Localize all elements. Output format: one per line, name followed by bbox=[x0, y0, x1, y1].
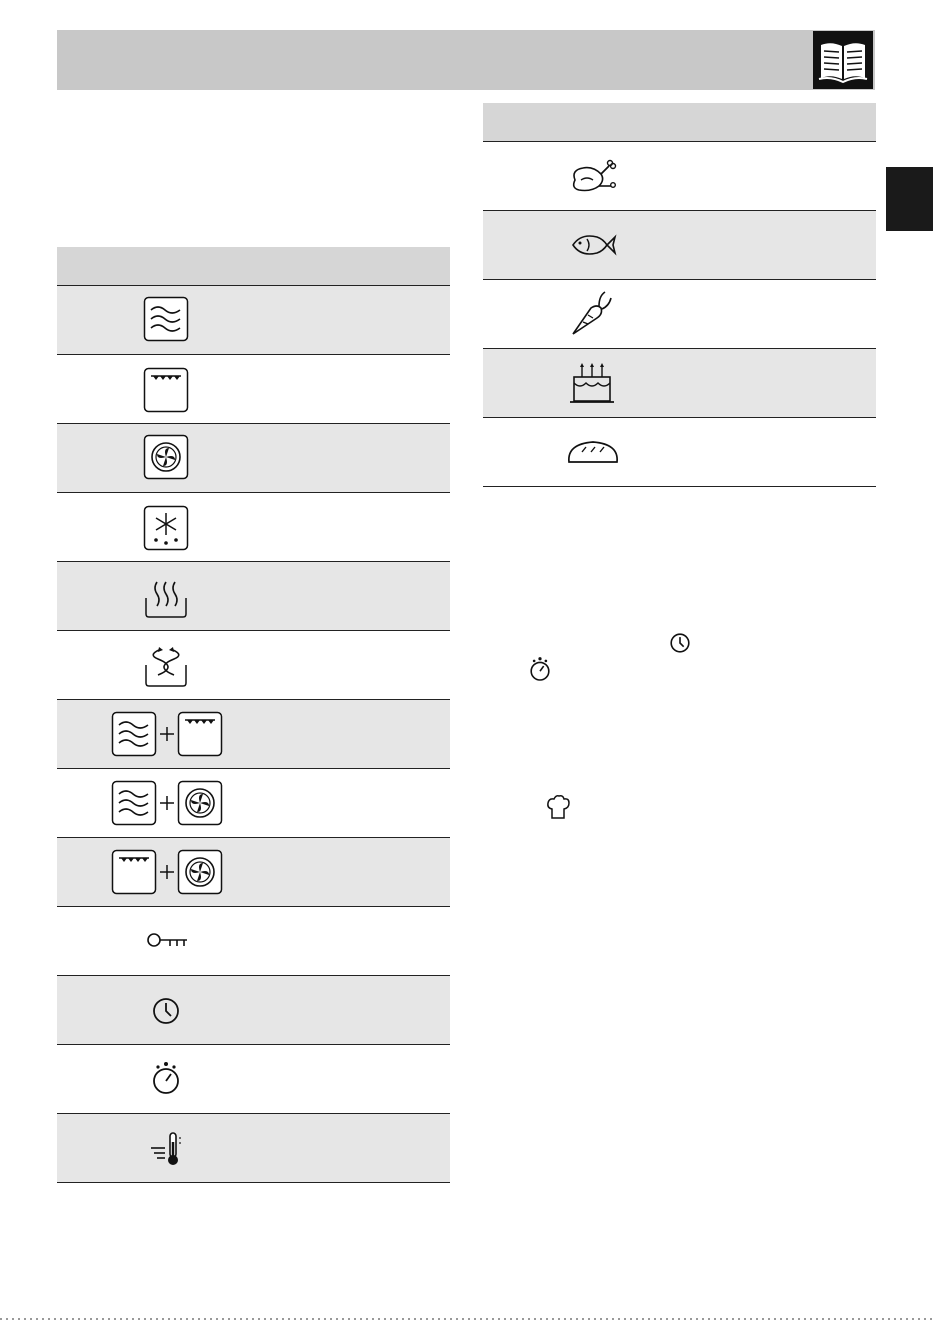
microwave-plus-fan-icon bbox=[111, 780, 223, 826]
clock-icon bbox=[153, 998, 179, 1024]
page-edge-border bbox=[0, 1318, 933, 1320]
key-lock-icon bbox=[147, 933, 187, 947]
table-row bbox=[57, 562, 450, 631]
table-row bbox=[57, 286, 450, 355]
food-table bbox=[483, 103, 876, 487]
steam-icon bbox=[145, 581, 187, 618]
section-tab bbox=[886, 167, 933, 231]
symbols-table bbox=[57, 247, 450, 1183]
table-row bbox=[57, 976, 450, 1045]
table-row bbox=[57, 493, 450, 562]
vegetable-carrot-icon bbox=[572, 291, 612, 335]
table-row bbox=[57, 631, 450, 700]
header-bar bbox=[57, 30, 875, 90]
chef-hat-icon bbox=[547, 795, 570, 819]
fish-icon bbox=[572, 234, 617, 256]
microwave-waves-icon bbox=[143, 296, 189, 342]
reheat-arrows-icon bbox=[145, 647, 187, 687]
clock-icon bbox=[670, 633, 690, 653]
table-row bbox=[57, 1114, 450, 1183]
table-row bbox=[483, 280, 876, 349]
table-header bbox=[57, 247, 450, 286]
table-row bbox=[57, 355, 450, 424]
table-row bbox=[483, 211, 876, 280]
cake-icon bbox=[570, 363, 614, 403]
table-row bbox=[57, 424, 450, 493]
table-row bbox=[483, 142, 876, 211]
timer-stopwatch-icon bbox=[153, 1062, 179, 1094]
table-header bbox=[483, 103, 876, 142]
defrost-snowflake-icon bbox=[143, 505, 189, 551]
table-row bbox=[483, 349, 876, 418]
table-row bbox=[57, 769, 450, 838]
timer-stopwatch-icon bbox=[530, 657, 550, 681]
temperature-probe-icon bbox=[151, 1132, 181, 1165]
table-row bbox=[57, 907, 450, 976]
poultry-chicken-icon bbox=[572, 159, 617, 192]
microwave-plus-grill-icon bbox=[111, 711, 223, 757]
top-heating-element-icon bbox=[143, 367, 189, 413]
bread-icon bbox=[568, 441, 618, 463]
table-row bbox=[57, 838, 450, 907]
fan-assisted-icon bbox=[143, 434, 189, 480]
table-row bbox=[57, 1045, 450, 1114]
open-book-icon bbox=[813, 31, 873, 89]
table-row bbox=[57, 700, 450, 769]
grill-plus-fan-icon bbox=[111, 849, 223, 895]
table-row bbox=[483, 418, 876, 487]
